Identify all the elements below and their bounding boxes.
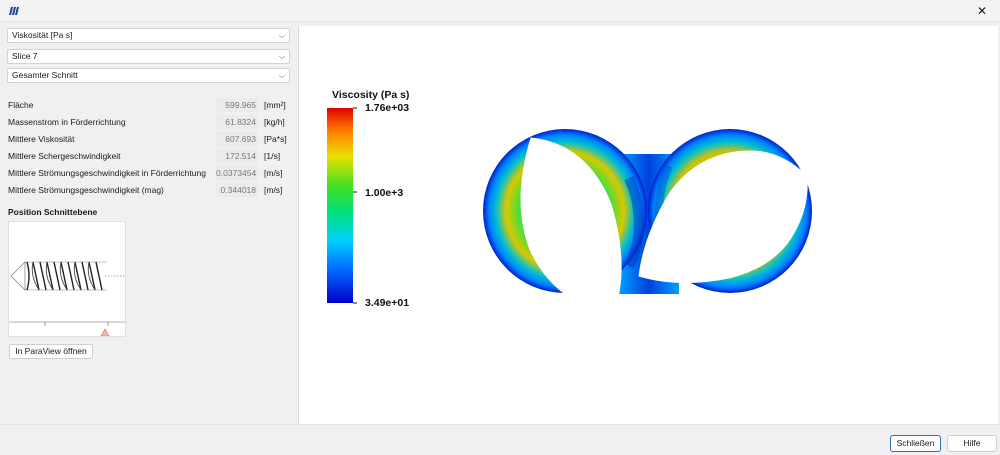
settings-panel: Viskosität [Pa s] ⌵ Slice 7 ⌵ Gesamter S… [0,22,298,424]
property-row: Mittlere Strömungsgeschwindigkeit in För… [8,165,293,182]
colorbar-mid-label: 1.00e+3 [365,187,403,199]
chevron-down-icon: ⌵ [278,52,285,61]
property-label: Fläche [8,100,34,110]
property-row: Mittlere Strömungsgeschwindigkeit (mag) … [8,182,293,199]
property-unit: [kg/h] [264,117,285,127]
property-value: 607.693 [216,132,258,146]
property-value: 0.344018 [216,183,258,197]
property-label: Mittlere Viskosität [8,134,75,144]
chevron-down-icon: ⌵ [278,31,285,40]
property-value: 599.965 [216,98,258,112]
colorbar-max-label: 1.76e+03 [365,102,409,114]
property-label: Massenstrom in Förderrichtung [8,117,126,127]
property-unit: [Pa*s] [264,134,287,144]
colorbar [327,108,353,303]
property-unit: [m/s] [264,168,283,178]
title-bar: ✕ [0,0,1000,22]
screw-schematic [9,261,125,337]
property-row: Mittlere Schergeschwindigkeit 172.514 [1… [8,148,293,165]
property-unit: [mm²] [264,100,286,110]
dialog-footer: Schließen Hilfe [0,424,1000,455]
property-label: Mittlere Strömungsgeschwindigkeit (mag) [8,185,164,195]
property-value: 0.0373454 [216,166,258,180]
close-icon[interactable]: ✕ [964,0,1000,22]
colorbar-title: Viscosity (Pa s) [332,89,409,101]
cross-section-mesh [483,129,812,311]
property-unit: [m/s] [264,185,283,195]
property-row: Fläche 599.965 [mm²] [8,97,293,114]
property-value: 61.8324 [216,115,258,129]
field-select[interactable]: Viskosität [Pa s] ⌵ [7,28,290,43]
property-label: Mittlere Schergeschwindigkeit [8,151,121,161]
viscosity-plot: Viscosity (Pa s) 1.76e+03 1.00e+3 3.49e+… [327,89,812,311]
colorbar-min-label: 3.49e+01 [365,297,409,309]
property-unit: [1/s] [264,151,281,161]
field-select-value: Viskosität [Pa s] [12,30,73,40]
slice-position-schematic[interactable] [8,221,126,337]
slice-select-value: Slice 7 [12,51,38,61]
slice-select[interactable]: Slice 7 ⌵ [7,49,290,64]
viewer-canvas[interactable]: Viscosity (Pa s) 1.76e+03 1.00e+3 3.49e+… [298,26,998,424]
property-row: Massenstrom in Förderrichtung 61.8324 [k… [8,114,293,131]
property-value: 172.514 [216,149,258,163]
open-paraview-button[interactable]: In ParaView öffnen [9,344,93,359]
close-button[interactable]: Schließen [890,435,941,452]
region-select-value: Gesamter Schnitt [12,70,78,80]
section-title-position: Position Schnittebene [8,207,98,217]
position-marker-icon [100,328,110,337]
help-button[interactable]: Hilfe [947,435,997,452]
region-select[interactable]: Gesamter Schnitt ⌵ [7,68,290,83]
app-logo-icon [9,7,19,15]
property-label: Mittlere Strömungsgeschwindigkeit in För… [8,168,206,178]
property-row: Mittlere Viskosität 607.693 [Pa*s] [8,131,293,148]
chevron-down-icon: ⌵ [278,71,285,80]
